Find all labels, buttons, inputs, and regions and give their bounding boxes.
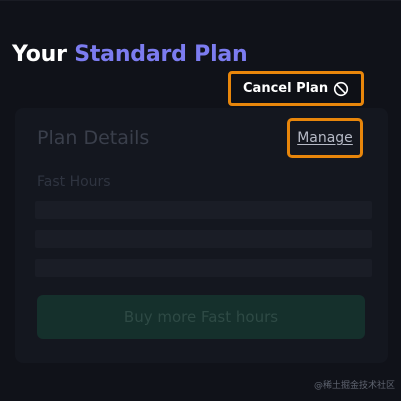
card-title: Plan Details <box>37 127 150 149</box>
skeleton-bar <box>35 201 372 219</box>
fast-hours-label: Fast Hours <box>37 174 111 190</box>
page-title: Your Standard Plan <box>12 42 248 67</box>
skeleton-bar <box>35 259 372 277</box>
plan-screen: Your Standard Plan Plan Details Fast Hou… <box>0 0 401 401</box>
ban-icon <box>333 81 349 97</box>
watermark: @稀土掘金技术社区 <box>313 381 395 391</box>
top-divider <box>0 0 401 1</box>
cancel-plan-button[interactable]: Cancel Plan <box>228 71 364 106</box>
manage-highlight: Manage <box>287 118 363 158</box>
manage-link[interactable]: Manage <box>297 130 353 146</box>
cancel-plan-label: Cancel Plan <box>243 81 329 96</box>
plan-name: Standard Plan <box>74 42 248 67</box>
buy-fast-hours-button[interactable]: Buy more Fast hours <box>37 295 365 339</box>
skeleton-bar <box>35 230 372 248</box>
page-title-prefix: Your <box>12 42 67 67</box>
